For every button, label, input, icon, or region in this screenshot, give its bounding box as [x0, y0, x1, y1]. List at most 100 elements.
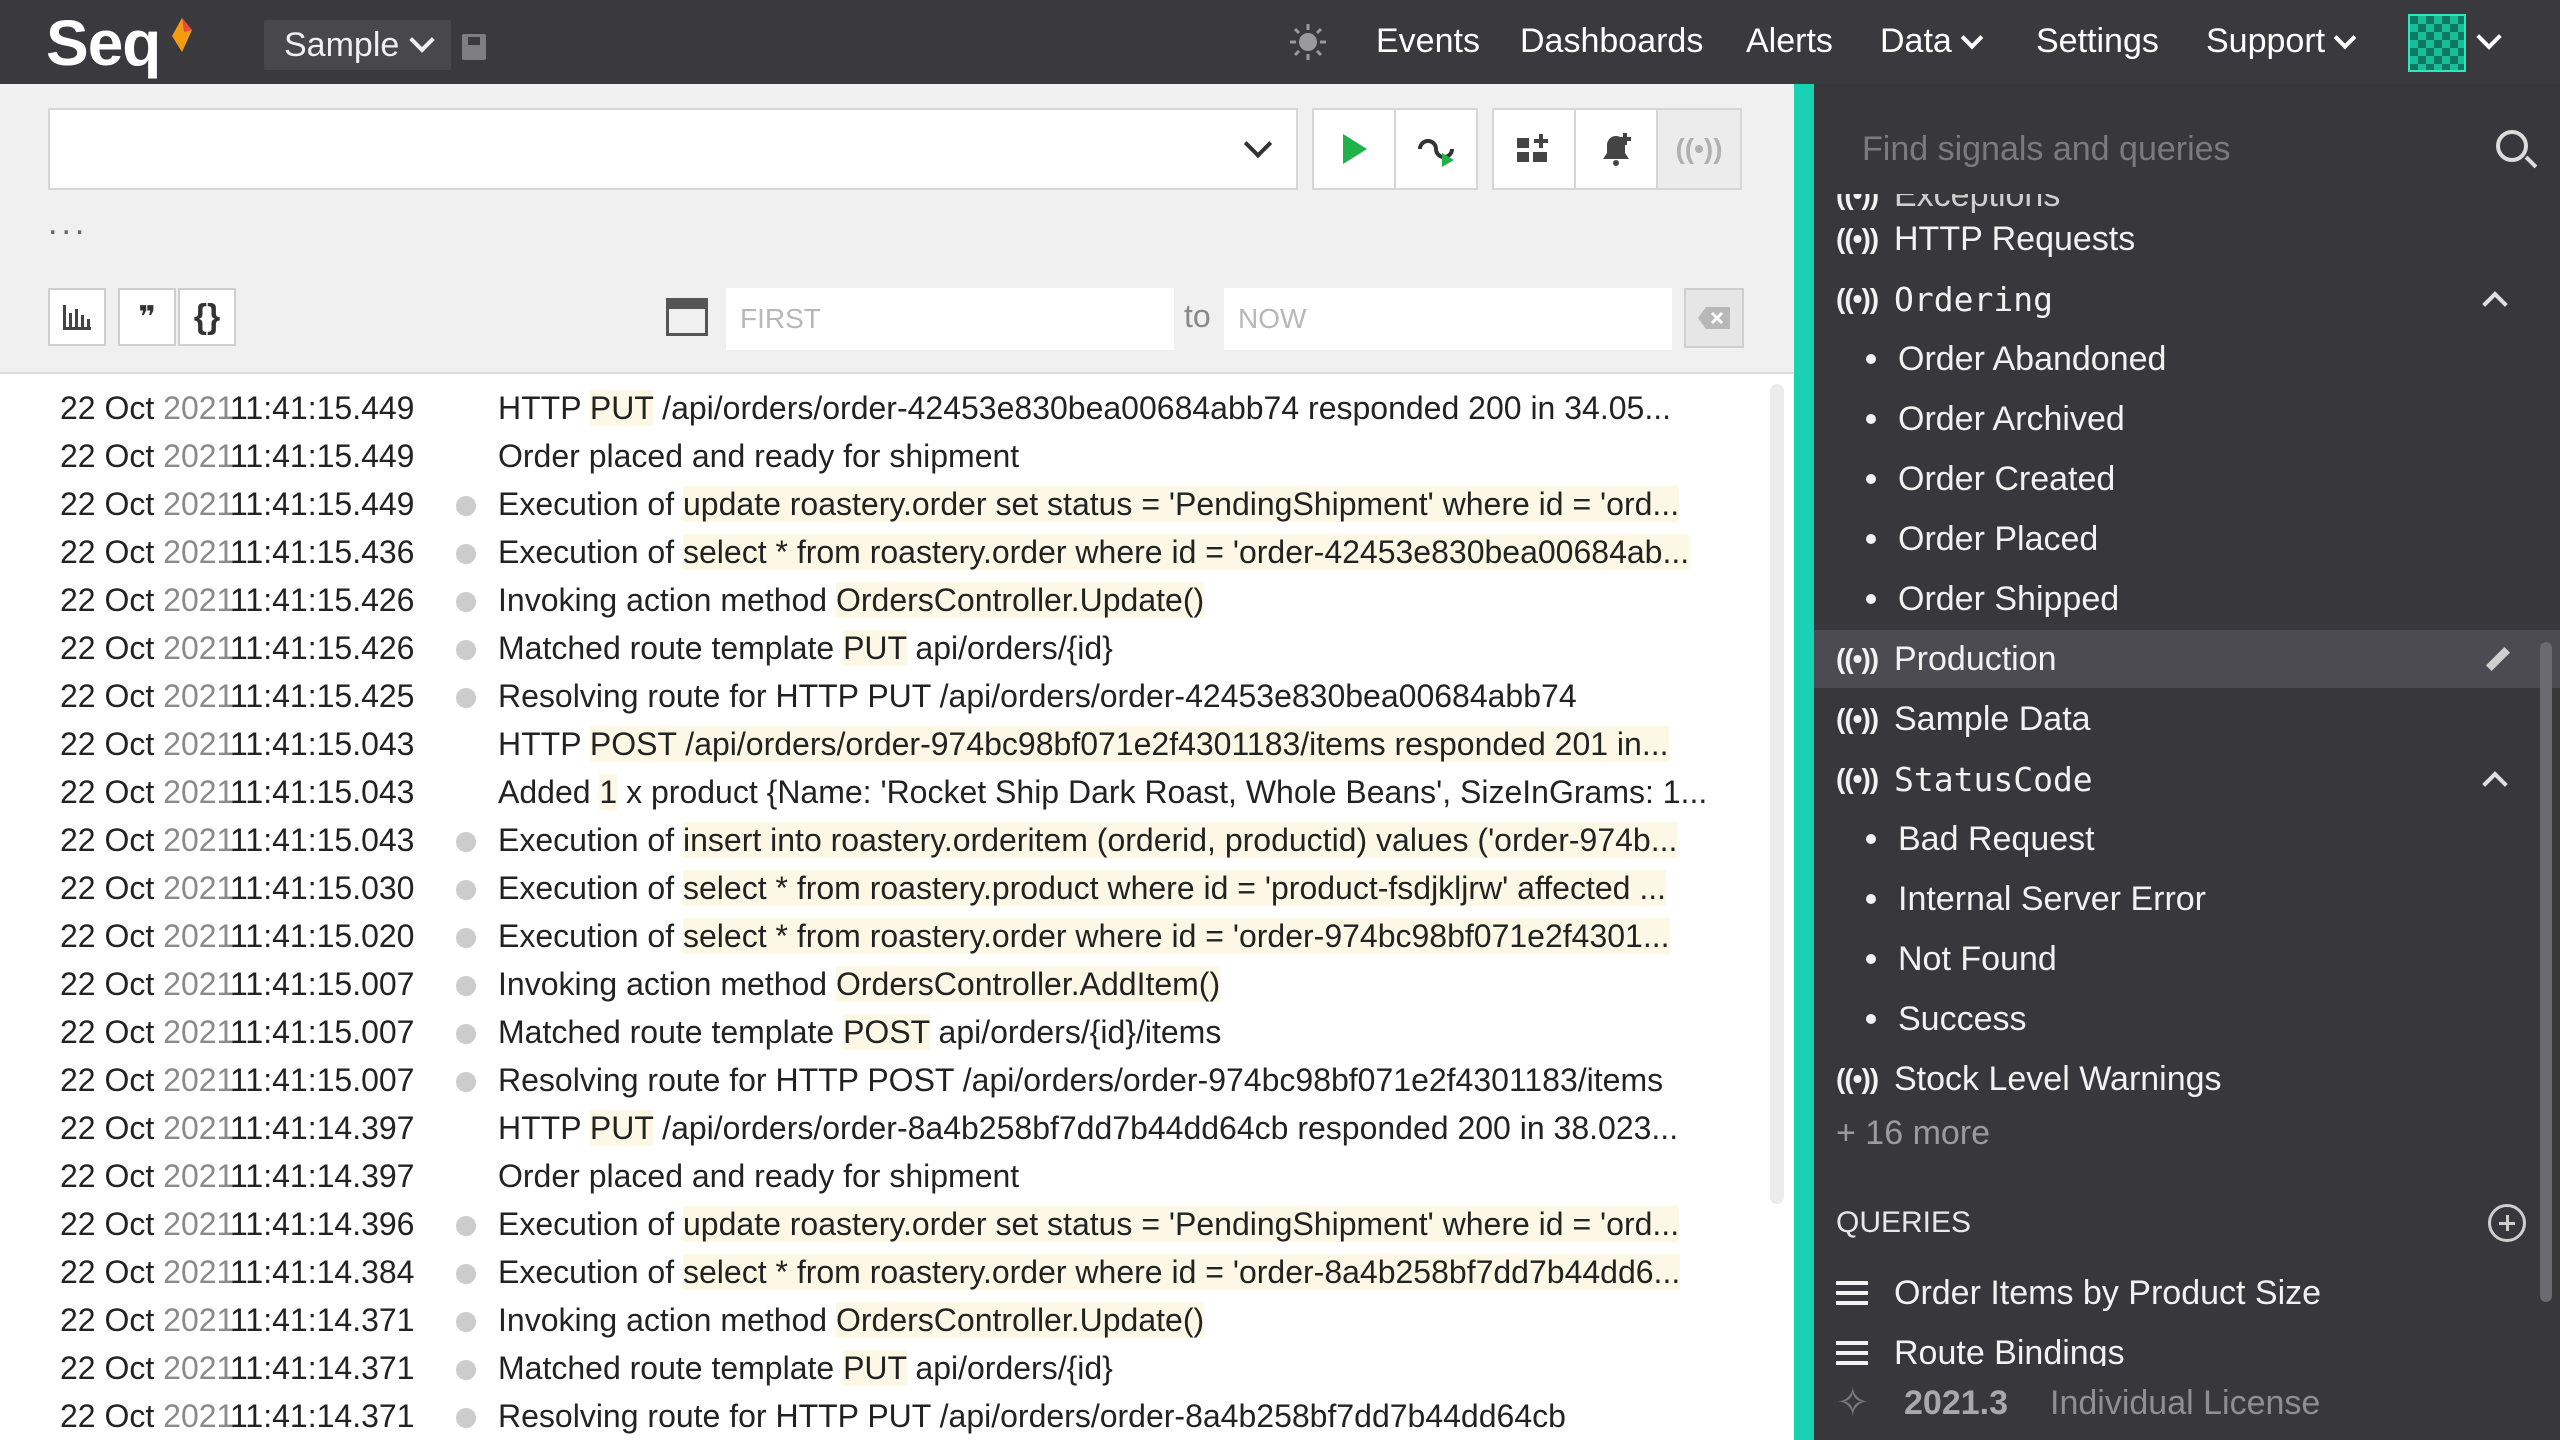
event-row[interactable]: 22 Oct 2021 11:41:14.397 Order placed and …	[0, 1152, 1760, 1200]
query-ellipsis[interactable]: ...	[48, 204, 88, 243]
event-row[interactable]: 22 Oct 2021 11:41:15.449 Order placed and …	[0, 432, 1760, 480]
save-signal-button[interactable]: ((•))	[1656, 108, 1742, 190]
avatar[interactable]	[2408, 14, 2466, 72]
event-date: 22 Oct 2021	[60, 1206, 234, 1243]
more-signals-link[interactable]: + 16 more	[1814, 1104, 2560, 1162]
chart-toggle-button[interactable]	[48, 288, 106, 346]
signal-internal-server-error[interactable]: Internal Server Error	[1814, 870, 2560, 928]
event-year: 2021	[163, 1253, 235, 1290]
event-date: 22 Oct 2021	[60, 486, 234, 523]
clear-range-button[interactable]	[1684, 288, 1744, 348]
signal-success[interactable]: Success	[1814, 990, 2560, 1048]
json-format-button[interactable]: {}	[178, 288, 236, 346]
event-row[interactable]: 22 Oct 2021 11:41:15.425 Resolving route f…	[0, 672, 1760, 720]
event-date: 22 Oct 2021	[60, 1398, 234, 1435]
signal-order-shipped[interactable]: Order Shipped	[1814, 570, 2560, 628]
run-query-button[interactable]	[1312, 108, 1396, 190]
event-message-text: api/orders/{id}	[906, 1349, 1113, 1386]
event-row[interactable]: 22 Oct 2021 11:41:15.449 HTTP PUT /api/ord…	[0, 384, 1760, 432]
signal-order-abandoned[interactable]: Order Abandoned	[1814, 330, 2560, 388]
signal-http-requests[interactable]: ((•)) HTTP Requests	[1814, 210, 2560, 268]
signal-list: ((•)) Exceptions ((•)) HTTP Requests ((•…	[1814, 194, 2560, 1384]
event-day: 22 Oct	[60, 869, 155, 906]
chevron-down-icon[interactable]	[2476, 24, 2502, 50]
event-message-property: select * from roastery.product where id …	[683, 869, 1666, 906]
event-row[interactable]: 22 Oct 2021 11:41:15.449 Execution of upda…	[0, 480, 1760, 528]
chevron-up-icon[interactable]	[2482, 771, 2508, 797]
level-indicator-dot	[456, 1312, 476, 1332]
level-indicator-dot	[456, 1216, 476, 1236]
nav-events[interactable]: Events	[1376, 22, 1480, 61]
event-row[interactable]: 22 Oct 2021 11:41:14.397 HTTP PUT /api/ord…	[0, 1104, 1760, 1152]
event-row[interactable]: 22 Oct 2021 11:41:15.043 HTTP POST /api/or…	[0, 720, 1760, 768]
event-year: 2021	[163, 1157, 235, 1194]
event-row[interactable]: 22 Oct 2021 11:41:14.371 Matched route tem…	[0, 1344, 1760, 1392]
event-row[interactable]: 22 Oct 2021 11:41:14.396 Execution of upda…	[0, 1200, 1760, 1248]
event-row[interactable]: 22 Oct 2021 11:41:15.043 Added 1 x product…	[0, 768, 1760, 816]
event-row[interactable]: 22 Oct 2021 11:41:15.020 Execution of sele…	[0, 912, 1760, 960]
event-row[interactable]: 22 Oct 2021 11:41:14.384 Execution of sele…	[0, 1248, 1760, 1296]
event-row[interactable]: 22 Oct 2021 11:41:15.426 Matched route tem…	[0, 624, 1760, 672]
tail-button[interactable]	[1394, 108, 1478, 190]
event-row[interactable]: 22 Oct 2021 11:41:15.030 Execution of sele…	[0, 864, 1760, 912]
message-format-button[interactable]: ❞	[118, 288, 176, 346]
event-year: 2021	[163, 629, 235, 666]
nav-dashboards[interactable]: Dashboards	[1520, 22, 1703, 61]
signal-not-found[interactable]: Not Found	[1814, 930, 2560, 988]
signals-sidebar: Find signals and queries ((•)) Exception…	[1794, 84, 2560, 1440]
signal-order-archived[interactable]: Order Archived	[1814, 390, 2560, 448]
signal-sample-data[interactable]: ((•)) Sample Data	[1814, 690, 2560, 748]
add-alert-button[interactable]	[1574, 108, 1658, 190]
event-date: 22 Oct 2021	[60, 582, 234, 619]
nav-support[interactable]: Support	[2206, 22, 2357, 61]
event-row[interactable]: 22 Oct 2021 11:41:15.007 Resolving route f…	[0, 1056, 1760, 1104]
signal-order-placed[interactable]: Order Placed	[1814, 510, 2560, 568]
range-from-input[interactable]: FIRST	[726, 288, 1174, 350]
query-input[interactable]	[48, 108, 1298, 190]
query-order-items-by-product-size[interactable]: Order Items by Product Size	[1814, 1264, 2560, 1322]
seq-logo[interactable]: Seq	[46, 6, 161, 80]
event-time: 11:41:14.397	[230, 1109, 415, 1146]
signal-bad-request[interactable]: Bad Request	[1814, 810, 2560, 868]
signal-group-statuscode[interactable]: ((•)) StatusCode	[1814, 750, 2560, 808]
bullet-icon	[1866, 1014, 1876, 1024]
nav-settings[interactable]: Settings	[2036, 22, 2159, 61]
event-row[interactable]: 22 Oct 2021 11:41:15.007 Invoking action m…	[0, 960, 1760, 1008]
nav-settings-label: Settings	[2036, 22, 2159, 60]
signal-search-input[interactable]: Find signals and queries	[1814, 114, 2560, 204]
signal-production[interactable]: ((•)) Production	[1814, 630, 2560, 688]
sidebar-scrollbar[interactable]	[2540, 642, 2552, 1302]
signal-group-ordering[interactable]: ((•)) Ordering	[1814, 270, 2560, 328]
signal-label: Production	[1894, 639, 2057, 678]
save-icon[interactable]	[462, 34, 486, 60]
chevron-up-icon[interactable]	[2482, 291, 2508, 317]
event-row[interactable]: 22 Oct 2021 11:41:15.426 Invoking action m…	[0, 576, 1760, 624]
event-list-scrollbar[interactable]	[1770, 384, 1784, 1204]
add-to-dashboard-button[interactable]	[1492, 108, 1576, 190]
event-row[interactable]: 22 Oct 2021 11:41:14.371 Resolving route f…	[0, 1392, 1760, 1440]
add-query-icon[interactable]	[2488, 1204, 2526, 1242]
event-time: 11:41:15.030	[230, 869, 415, 906]
theme-toggle-icon[interactable]	[1288, 22, 1328, 62]
event-row[interactable]: 22 Oct 2021 11:41:15.043 Execution of inse…	[0, 816, 1760, 864]
more-signals-label: + 16 more	[1836, 1113, 1991, 1152]
event-row[interactable]: 22 Oct 2021 11:41:14.371 Invoking action m…	[0, 1296, 1760, 1344]
workspace-label: Sample	[284, 25, 400, 64]
pencil-icon[interactable]	[2485, 646, 2511, 672]
range-to-input[interactable]: NOW	[1224, 288, 1672, 350]
chevron-down-icon	[409, 27, 436, 53]
workspace-selector[interactable]: Sample	[264, 20, 452, 70]
nav-alerts[interactable]: Alerts	[1746, 22, 1833, 61]
chevron-down-icon	[2333, 26, 2357, 49]
event-day: 22 Oct	[60, 725, 155, 762]
search-icon[interactable]	[2496, 130, 2528, 162]
signal-label: Not Found	[1898, 939, 2057, 978]
nav-data[interactable]: Data	[1880, 22, 1984, 61]
event-row[interactable]: 22 Oct 2021 11:41:15.007 Matched route tem…	[0, 1008, 1760, 1056]
calendar-icon[interactable]	[666, 298, 708, 336]
history-dropdown-icon[interactable]	[1243, 129, 1273, 159]
event-row[interactable]: 22 Oct 2021 11:41:15.436 Execution of sele…	[0, 528, 1760, 576]
event-time: 11:41:15.425	[230, 677, 415, 714]
signal-stock-level-warnings[interactable]: ((•)) Stock Level Warnings	[1814, 1050, 2560, 1108]
signal-order-created[interactable]: Order Created	[1814, 450, 2560, 508]
